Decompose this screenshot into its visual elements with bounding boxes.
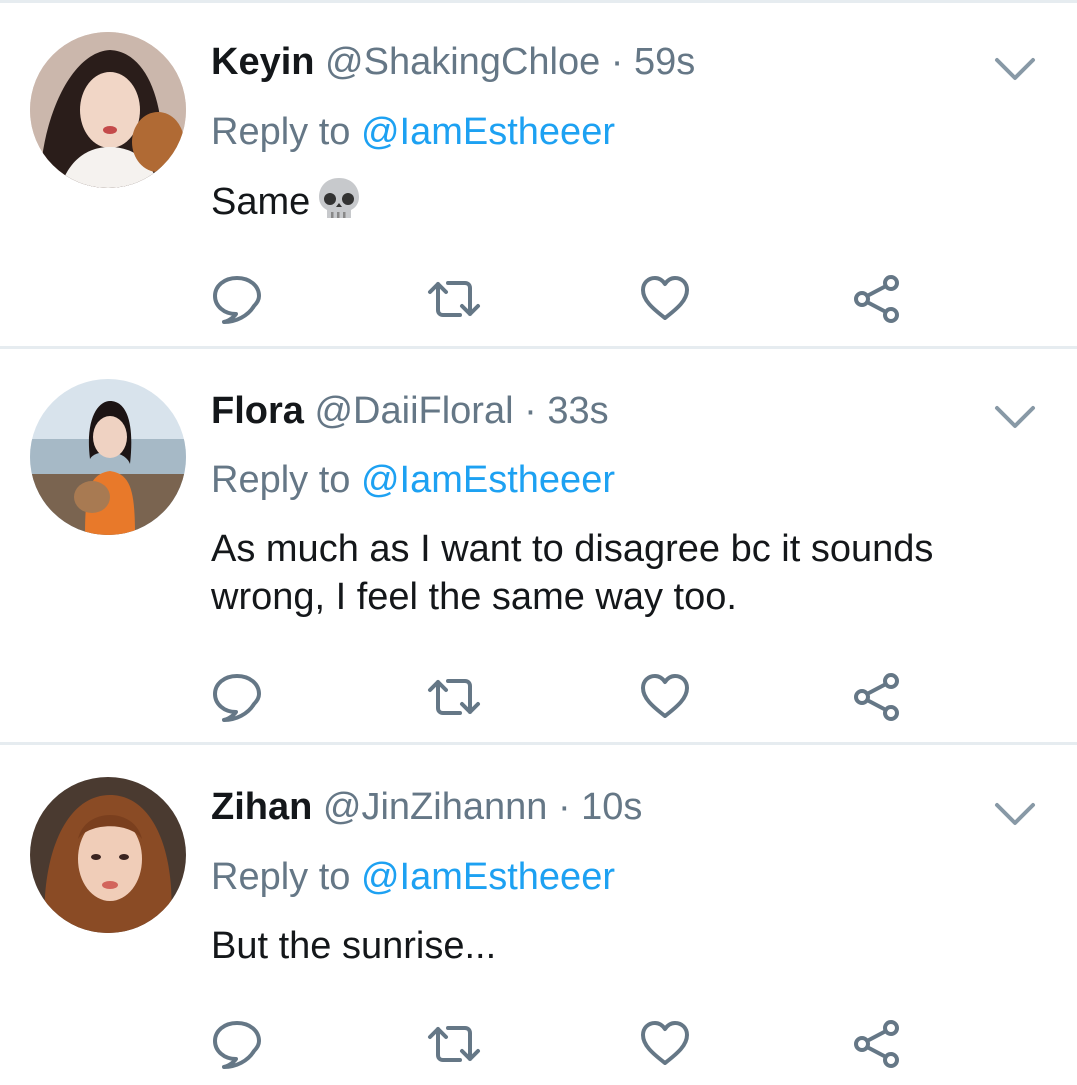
tweet-text: As much as I want to disagree bc it soun… [211, 528, 934, 618]
reply-to-label: Reply to [211, 856, 351, 898]
reply-mention-link[interactable]: @IamEstheeer [361, 856, 615, 898]
tweet-item[interactable]: Flora @DaiiFloral · 33s Reply to @IamEst… [0, 349, 1077, 744]
heart-icon[interactable] [638, 274, 692, 324]
tweet-text: Same [211, 176, 1041, 232]
reply-to-label: Reply to [211, 111, 351, 153]
separator-dot: · [557, 786, 571, 828]
user-handle[interactable]: @DaiiFloral [314, 390, 513, 432]
reply-mention-link[interactable]: @IamEstheeer [361, 459, 615, 501]
retweet-icon[interactable] [424, 274, 480, 324]
tweet-item[interactable]: Zihan @JinZihannn · 10s Reply to @IamEst… [0, 745, 1077, 1085]
reply-bubble-icon[interactable] [210, 1019, 264, 1069]
tweet-header: Keyin @ShakingChloe · 59s [211, 40, 695, 84]
avatar[interactable] [30, 32, 186, 188]
tweet-text-content: Same [211, 181, 311, 223]
share-icon[interactable] [850, 672, 904, 722]
reply-bubble-icon[interactable] [210, 672, 264, 722]
reply-to-line: Reply to @IamEstheeer [211, 855, 615, 899]
share-icon[interactable] [850, 1019, 904, 1069]
tweet-header: Zihan @JinZihannn · 10s [211, 785, 642, 829]
display-name[interactable]: Keyin [211, 41, 314, 83]
timestamp[interactable]: 33s [547, 390, 608, 432]
user-handle[interactable]: @ShakingChloe [325, 41, 600, 83]
chevron-down-icon[interactable] [993, 54, 1037, 84]
chevron-down-icon[interactable] [993, 799, 1037, 829]
tweet-header: Flora @DaiiFloral · 33s [211, 389, 609, 433]
skull-emoji [316, 176, 362, 232]
separator-dot: · [524, 390, 537, 432]
separator-dot: · [610, 41, 624, 83]
reply-mention-link[interactable]: @IamEstheeer [361, 111, 615, 153]
timestamp[interactable]: 10s [581, 786, 642, 828]
heart-icon[interactable] [638, 1019, 692, 1069]
reply-to-label: Reply to [211, 459, 351, 501]
timestamp[interactable]: 59s [634, 41, 695, 83]
retweet-icon[interactable] [424, 1019, 480, 1069]
retweet-icon[interactable] [424, 672, 480, 722]
tweet-item[interactable]: Keyin @ShakingChloe · 59s Reply to @IamE… [0, 0, 1077, 348]
chevron-down-icon[interactable] [993, 402, 1037, 432]
tweet-actions [210, 1019, 910, 1069]
avatar[interactable] [30, 777, 186, 933]
user-handle[interactable]: @JinZihannn [323, 786, 547, 828]
reply-to-line: Reply to @IamEstheeer [211, 458, 615, 502]
reply-bubble-icon[interactable] [210, 274, 264, 324]
avatar[interactable] [30, 379, 186, 535]
display-name[interactable]: Zihan [211, 786, 312, 828]
share-icon[interactable] [850, 274, 904, 324]
display-name[interactable]: Flora [211, 390, 304, 432]
tweet-actions [210, 672, 910, 722]
tweet-actions [210, 274, 910, 324]
tweet-text: But the sunrise... [211, 925, 497, 967]
heart-icon[interactable] [638, 672, 692, 722]
reply-to-line: Reply to @IamEstheeer [211, 110, 615, 154]
